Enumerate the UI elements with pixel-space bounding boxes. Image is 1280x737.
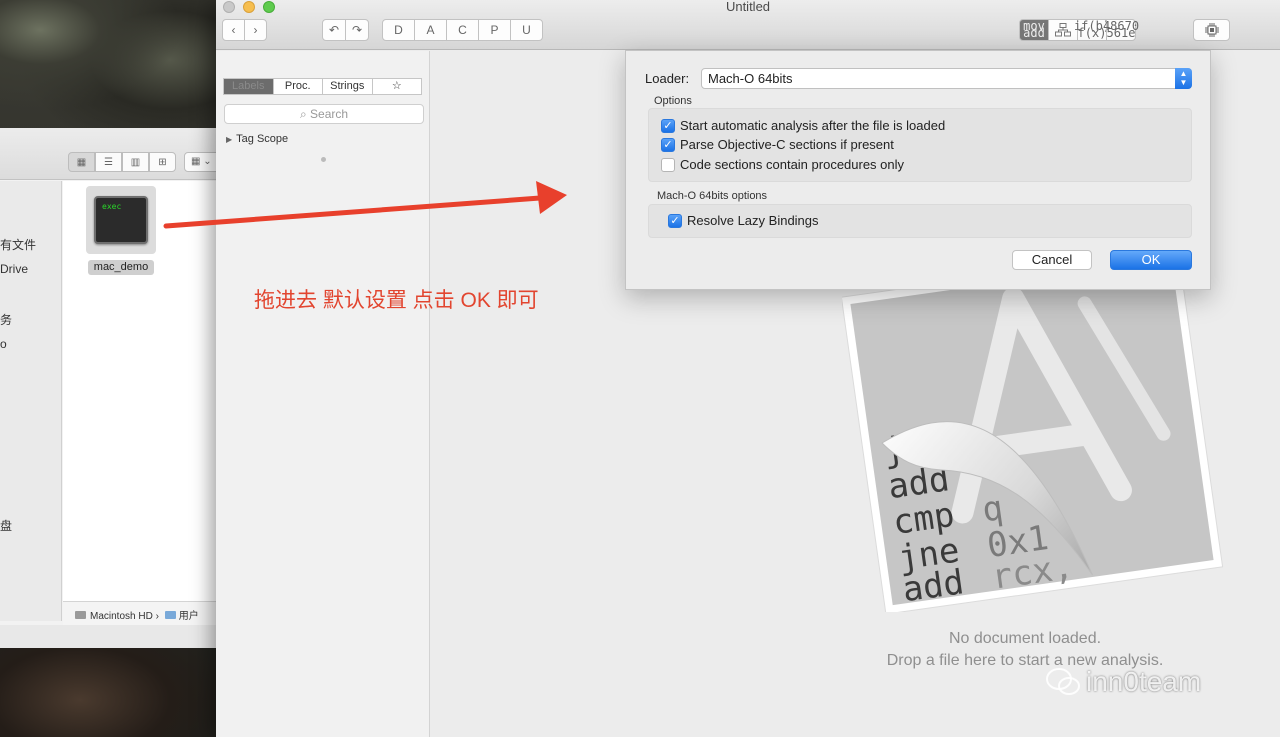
tab-procedures[interactable]: Proc. [272,78,323,95]
view-mode-buttons: mov add if(b) f(x) 48670 561e [1019,19,1139,41]
file-exec-icon[interactable]: exec [86,186,156,254]
mode-a-button[interactable]: A [414,19,447,41]
select-arrows-icon: ▲ ▼ [1175,68,1192,89]
sidebar-item-fragment[interactable]: o [0,337,7,351]
sidebar-item-fragment[interactable]: 有文件 [0,236,36,253]
terminal-icon: exec [94,196,148,244]
loader-options-sheet: Loader: Mach-O 64bits ▲ ▼ Options ✓ Start … [625,50,1211,290]
cancel-button[interactable]: Cancel [1012,250,1092,270]
annotation-caption: 拖进去 默认设置 点击 OK 即可 [254,289,539,312]
hex-view-button[interactable]: 48670 561e [1103,19,1139,41]
back-button[interactable]: ‹ [222,19,245,41]
watermark-text: inn0team [1086,666,1202,697]
hopper-sidebar: Labels Proc. Strings ☆ ⌕ Search ▶ Tag Sco… [216,51,430,737]
sidebar-item-fragment[interactable]: Drive [0,262,28,276]
cpu-icon[interactable] [1193,19,1230,41]
tab-labels[interactable]: Labels [223,78,274,95]
no-document-text: No document loaded. [948,630,1102,647]
path-bar: Macintosh HD › 用户 [63,601,222,625]
tag-scope-label: Tag Scope [236,133,289,145]
sidebar-tabs: Labels Proc. Strings ☆ [223,78,422,95]
mode-d-button[interactable]: D [382,19,415,41]
wechat-logo-icon [1046,668,1080,695]
parse-objc-checkbox[interactable]: ✓ Parse Objective-C sections if present [661,137,894,152]
disclosure-triangle-icon: ▶ [226,135,233,144]
finder-sidebar: 有文件 Drive 务 o 盘 [0,181,62,621]
assembly-view-button[interactable]: mov add [1019,19,1049,41]
resolve-lazy-bindings-checkbox[interactable]: ✓ Resolve Lazy Bindings [668,213,819,228]
macho-options-title: Mach-O 64bits options [657,190,768,202]
title-bar: Untitled ‹ › ↶ ↷ D A C P U mov add if(b)… [216,0,1280,50]
window-title: Untitled [725,0,771,14]
procedures-only-checkbox[interactable]: Code sections contain procedures only [661,157,904,172]
gallery-icon[interactable]: ⊞ [149,152,176,172]
graph-icon [1055,23,1071,37]
terminal-icon-text: exec [102,202,122,211]
forward-button[interactable]: › [244,19,267,41]
finder-status-bar [0,625,222,648]
options-section-title: Options [654,95,692,107]
mode-c-button[interactable]: C [446,19,479,41]
column-icon[interactable]: ▥ [122,152,149,172]
checkmark-icon: ✓ [661,118,675,133]
tab-bookmarks[interactable]: ☆ [371,78,422,95]
mode-p-button[interactable]: P [478,19,511,41]
nav-buttons: ‹ › [222,19,267,41]
disk-icon [75,611,86,619]
search-placeholder: Search [310,107,349,121]
art-code-line: add [900,562,966,610]
tab-strings[interactable]: Strings [322,78,373,95]
document-art-icon: j. add cmp jne add q 0x1 rcx, [842,252,1224,612]
progress-dot [321,157,326,162]
list-icon[interactable]: ☰ [95,152,122,172]
loader-label: Loader: [645,71,690,86]
search-input[interactable]: ⌕ Search [224,104,424,124]
ok-button[interactable]: OK [1110,250,1192,270]
tag-scope-disclosure[interactable]: ▶ Tag Scope [226,133,288,145]
loader-select-value: Mach-O 64bits [708,71,793,86]
checkmark-icon: ✓ [668,213,682,228]
path-disk[interactable]: Macintosh HD [90,611,153,622]
search-icon: ⌕ [299,107,307,121]
sidebar-item-fragment[interactable]: 盘 [0,517,12,534]
path-folder[interactable]: 用户 [179,611,199,622]
type-mode-buttons: D A C P U [382,19,543,41]
finder-toolbar: ▦ ☰ ▥ ⊞ ▦ ⌄ [0,128,224,180]
mode-u-button[interactable]: U [510,19,543,41]
redo-button[interactable]: ↷ [345,19,369,41]
path-separator: › [155,611,159,622]
auto-analysis-checkbox[interactable]: ✓ Start automatic analysis after the file… [661,118,945,133]
grid-icon[interactable]: ▦ [68,152,95,172]
watermark: inn0team [1046,666,1201,698]
checkmark-icon: ✓ [661,137,675,152]
view-mode-buttons: ▦ ☰ ▥ ⊞ [68,152,176,172]
folder-icon [164,611,176,619]
file-name-label[interactable]: mac_demo [88,260,154,275]
history-buttons: ↶ ↷ [322,19,369,41]
sidebar-item-fragment[interactable]: 务 [0,311,12,328]
unchecked-box-icon [661,157,675,172]
undo-button[interactable]: ↶ [322,19,346,41]
loader-select[interactable]: Mach-O 64bits ▲ ▼ [701,68,1192,89]
